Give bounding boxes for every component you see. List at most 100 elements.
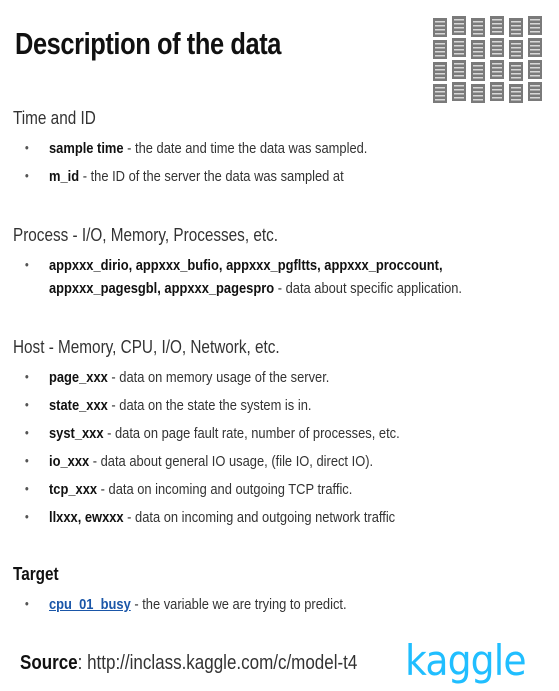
server-slot — [473, 69, 483, 71]
item-desc: - data on memory usage of the server. — [107, 369, 330, 386]
server-slot — [454, 31, 464, 33]
server-slot — [530, 19, 540, 21]
server-slot — [454, 49, 464, 51]
server-slot — [492, 71, 502, 73]
server-slot — [492, 97, 502, 99]
list-item: page_xxx - data on memory usage of the s… — [25, 369, 330, 386]
server-slot — [435, 33, 445, 35]
list-item: io_xxx - data about general IO usage, (f… — [25, 453, 374, 470]
item-term: page_xxx — [49, 369, 108, 386]
item-term: sample time — [49, 140, 124, 157]
source-line: Source: http://inclass.kaggle.com/c/mode… — [20, 652, 357, 675]
server-slot — [454, 85, 464, 87]
server-slot — [454, 97, 464, 99]
server-slot — [435, 69, 445, 71]
server-slot — [492, 45, 502, 47]
page-title: Description of the data — [15, 26, 281, 61]
server-slot — [511, 87, 521, 89]
section-heading-process: Process - I/O, Memory, Processes, etc. — [13, 225, 278, 245]
server-slot — [511, 25, 521, 27]
item-term: appxxx_dirio, appxxx_bufio, appxxx_pgflt… — [49, 257, 443, 274]
server-slot — [511, 21, 521, 23]
server-slot — [530, 23, 540, 25]
item-desc: - data on incoming and outgoing network … — [123, 509, 396, 526]
server-slot — [511, 29, 521, 31]
server-slot — [511, 91, 521, 93]
source-url[interactable]: : http://inclass.kaggle.com/c/model-t4 — [78, 652, 358, 674]
server-slot — [454, 41, 464, 43]
server-slot — [492, 85, 502, 87]
server-slot — [530, 85, 540, 87]
section-heading-time: Time and ID — [13, 108, 96, 128]
server-slot — [435, 47, 445, 49]
server-slot — [511, 65, 521, 67]
server-slot — [435, 21, 445, 23]
server-rack-grid — [433, 16, 542, 103]
item-term: io_xxx — [49, 453, 90, 470]
server-slot — [492, 93, 502, 95]
server-slot — [473, 33, 483, 35]
server-slot — [492, 53, 502, 55]
server-slot — [492, 31, 502, 33]
server-slot — [435, 95, 445, 97]
item-desc: - data on page fault rate, number of pro… — [103, 425, 400, 442]
server-slot — [454, 71, 464, 73]
server-slot — [454, 89, 464, 91]
item-desc: - the date and time the data was sampled… — [123, 140, 368, 157]
list-item: sample time - the date and time the data… — [25, 140, 368, 157]
item-term: m_id — [49, 168, 80, 185]
server-slot — [511, 55, 521, 57]
server-slot — [530, 89, 540, 91]
server-slot — [473, 95, 483, 97]
item-term: tcp_xxx — [49, 481, 98, 498]
item-term: syst_xxx — [49, 425, 104, 442]
server-slot — [530, 31, 540, 33]
server-slot — [511, 77, 521, 79]
item-term: state_xxx — [49, 397, 108, 414]
server-slot — [530, 27, 540, 29]
server-slot — [473, 87, 483, 89]
server-slot — [454, 19, 464, 21]
server-slot — [492, 63, 502, 65]
item-desc: - the ID of the server the data was samp… — [79, 168, 344, 185]
server-slot — [511, 69, 521, 71]
target-variable-link[interactable]: cpu_01_busy — [49, 596, 131, 613]
server-slot — [473, 65, 483, 67]
server-slot — [435, 29, 445, 31]
server-slot — [454, 53, 464, 55]
server-slot — [511, 43, 521, 45]
server-slot — [511, 73, 521, 75]
server-slot — [435, 25, 445, 27]
server-slot — [435, 73, 445, 75]
server-slot — [511, 51, 521, 53]
server-slot — [435, 99, 445, 101]
item-desc: - data on the state the system is in. — [107, 397, 312, 414]
server-slot — [454, 45, 464, 47]
server-slot — [492, 67, 502, 69]
server-slot — [492, 49, 502, 51]
server-slot — [511, 95, 521, 97]
server-slot — [473, 55, 483, 57]
section-heading-target: Target — [13, 564, 59, 584]
server-slot — [492, 27, 502, 29]
server-slot — [435, 91, 445, 93]
server-slot — [530, 93, 540, 95]
server-slot — [435, 55, 445, 57]
server-slot — [435, 51, 445, 53]
item-term: appxxx_pagesgbl, appxxx_pagespro — [49, 280, 275, 297]
list-item: syst_xxx - data on page fault rate, numb… — [25, 425, 400, 442]
server-slot — [454, 93, 464, 95]
server-slot — [454, 67, 464, 69]
server-slot — [530, 63, 540, 65]
server-slot — [454, 63, 464, 65]
item-desc: - data about general IO usage, (file IO,… — [89, 453, 374, 470]
server-slot — [454, 27, 464, 29]
list-item: m_id - the ID of the server the data was… — [25, 168, 344, 185]
server-slot — [511, 47, 521, 49]
server-slot — [473, 73, 483, 75]
server-slot — [530, 71, 540, 73]
list-item: appxxx_dirio, appxxx_bufio, appxxx_pgflt… — [25, 257, 443, 274]
server-slot — [435, 77, 445, 79]
server-rack-icon — [433, 16, 542, 103]
server-slot — [473, 77, 483, 79]
